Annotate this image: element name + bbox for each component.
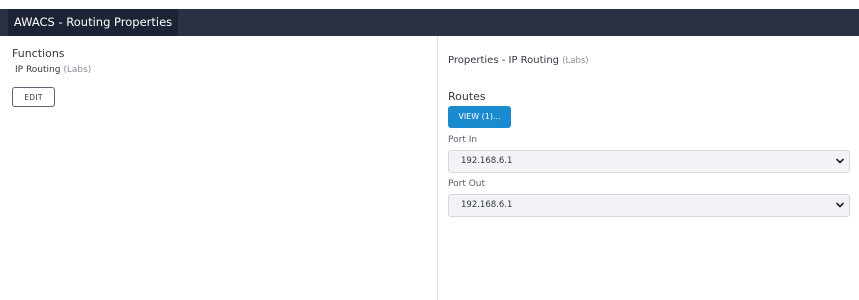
- port-in-value: 192.168.6.1: [461, 156, 513, 166]
- routes-label: Routes: [448, 90, 486, 103]
- functions-title: Functions: [12, 47, 65, 60]
- view-routes-button[interactable]: VIEW (1)...: [448, 106, 511, 128]
- window-title-strip: [0, 0, 859, 9]
- tab-routing-properties[interactable]: AWACS - Routing Properties: [8, 9, 178, 36]
- port-out-value: 192.168.6.1: [461, 200, 513, 210]
- port-out-select[interactable]: 192.168.6.1: [448, 194, 850, 217]
- properties-title-tag: (Labs): [562, 56, 589, 66]
- tab-bar: AWACS - Routing Properties: [0, 9, 859, 36]
- properties-title-text: Properties - IP Routing: [448, 55, 560, 66]
- chevron-down-icon: [836, 202, 844, 208]
- port-out-label: Port Out: [448, 179, 486, 189]
- chevron-down-icon: [836, 158, 844, 164]
- properties-title: Properties - IP Routing (Labs): [448, 55, 589, 66]
- port-in-label: Port In: [448, 135, 478, 145]
- properties-panel: Properties - IP Routing (Labs) Routes VI…: [438, 36, 859, 300]
- functions-panel: Functions IP Routing (Labs) EDIT: [0, 36, 438, 300]
- function-item-ip-routing: IP Routing (Labs): [15, 65, 91, 75]
- function-item-tag: (Labs): [63, 65, 92, 75]
- edit-button[interactable]: EDIT: [12, 87, 55, 107]
- port-in-select[interactable]: 192.168.6.1: [448, 150, 850, 173]
- function-item-name: IP Routing: [15, 65, 61, 75]
